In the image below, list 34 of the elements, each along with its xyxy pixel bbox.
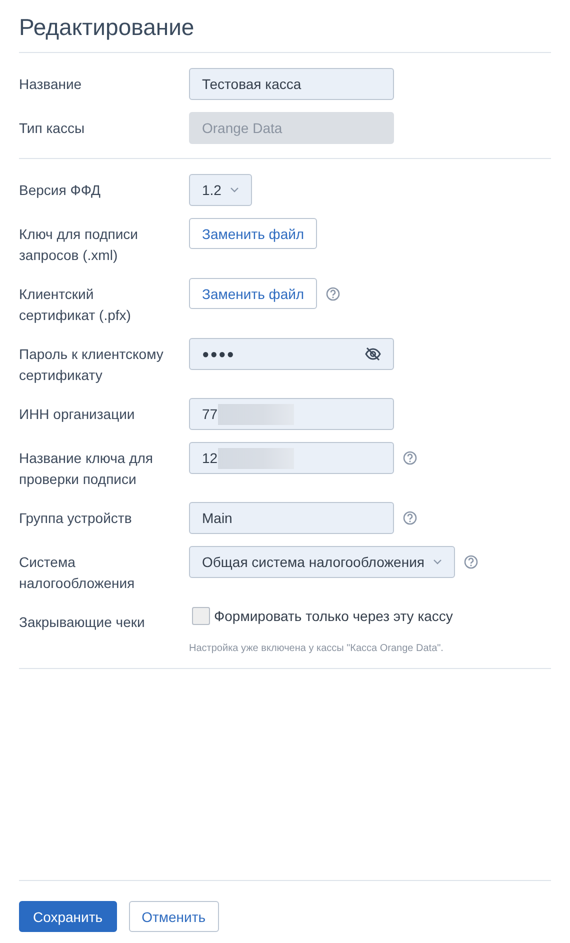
field-label: Ключ для подписи запросов (.xml) bbox=[19, 225, 139, 265]
help-icon[interactable] bbox=[403, 511, 417, 525]
checkbox[interactable] bbox=[192, 607, 210, 625]
page-title: Редактирование bbox=[19, 14, 551, 53]
input-field[interactable]: Тестовая касса bbox=[189, 68, 394, 100]
save-button[interactable]: Сохранить bbox=[19, 901, 117, 932]
field-label: Название ключа для проверки подписи bbox=[19, 449, 154, 489]
input-field: Orange Data bbox=[189, 112, 394, 144]
field-label: Пароль к клиентскому сертификату bbox=[19, 345, 164, 385]
input-field[interactable]: Main bbox=[189, 502, 394, 534]
password-field[interactable]: ●●●● bbox=[189, 338, 394, 370]
hint-text: Настройка уже включена у кассы "Касса Orange Data". bbox=[189, 643, 444, 654]
field-label: Система налогообложения bbox=[19, 553, 136, 593]
field-label: Тип кассы bbox=[19, 119, 86, 138]
field-label: Группа устройств bbox=[19, 509, 133, 528]
dropdown[interactable]: Общая система налогообложения bbox=[189, 546, 456, 578]
field-label: Закрывающие чеки bbox=[19, 613, 146, 632]
cancel-button[interactable]: Отменить bbox=[128, 901, 219, 932]
field-label: ИНН организации bbox=[19, 405, 136, 424]
field-label: Название bbox=[19, 75, 83, 94]
input-field[interactable]: 12 bbox=[189, 442, 394, 474]
replace-file-button[interactable]: Заменить файл bbox=[189, 278, 318, 309]
chevron-down-icon bbox=[230, 187, 240, 193]
dropdown[interactable]: 1.2 bbox=[189, 174, 252, 206]
checkbox-label[interactable]: Формировать только через эту кассу bbox=[214, 608, 453, 624]
input-field[interactable]: 77 bbox=[189, 398, 394, 430]
eye-slash-icon[interactable] bbox=[365, 347, 381, 361]
replace-file-button[interactable]: Заменить файл bbox=[189, 218, 318, 249]
chevron-down-icon bbox=[433, 559, 442, 565]
help-icon[interactable] bbox=[326, 286, 340, 300]
field-label: Клиентский сертификат (.pfx) bbox=[19, 285, 132, 325]
help-icon[interactable] bbox=[464, 555, 478, 569]
help-icon[interactable] bbox=[403, 451, 417, 465]
field-label: Версия ФФД bbox=[19, 181, 102, 200]
